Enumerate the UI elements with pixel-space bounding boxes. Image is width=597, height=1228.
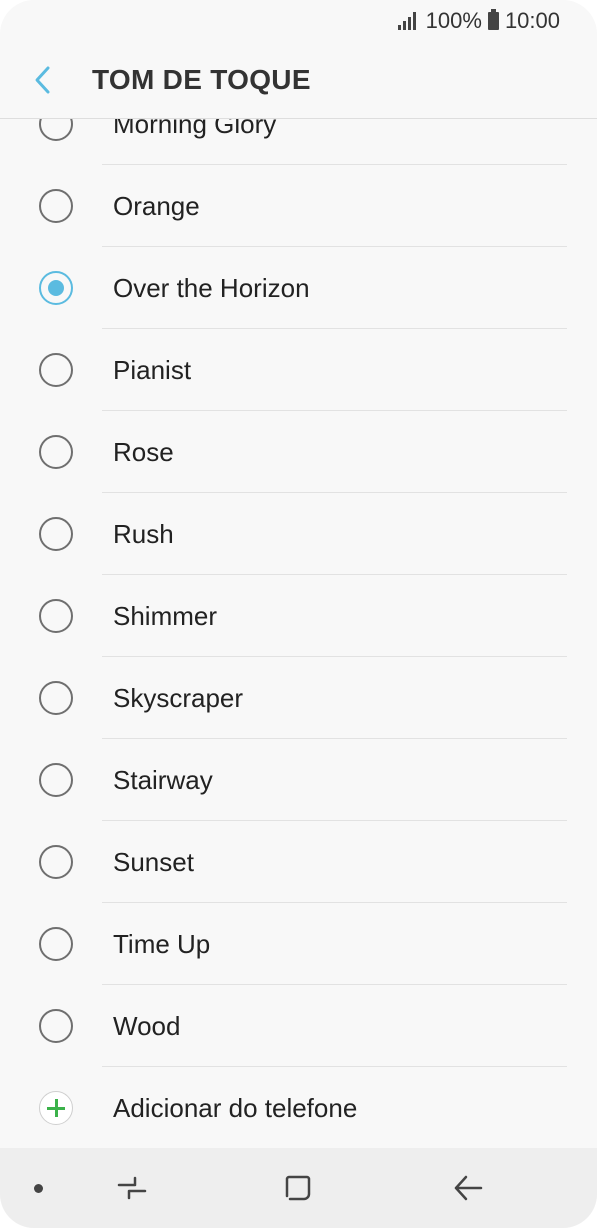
radio-button[interactable]: [39, 119, 73, 141]
ringtone-label: Shimmer: [113, 600, 218, 631]
ringtone-item[interactable]: Rose: [0, 411, 597, 493]
ringtone-label: Over the Horizon: [113, 272, 310, 303]
ringtone-item[interactable]: Stairway: [0, 739, 597, 821]
radio-button[interactable]: [39, 189, 73, 223]
back-button[interactable]: [0, 42, 80, 118]
app-bar: TOM DE TOQUE: [0, 42, 597, 119]
page-title: TOM DE TOQUE: [92, 64, 311, 95]
radio-button[interactable]: [39, 517, 73, 551]
add-from-phone-item[interactable]: Adicionar do telefone: [0, 1067, 597, 1149]
ringtone-item[interactable]: Shimmer: [0, 575, 597, 657]
ringtone-item[interactable]: Time Up: [0, 903, 597, 985]
back-arrow-icon: [454, 1175, 483, 1201]
radio-button[interactable]: [39, 763, 73, 797]
clock: 10:00: [504, 8, 560, 33]
radio-button[interactable]: [39, 681, 73, 715]
navigation-bar: [0, 1148, 597, 1228]
ringtone-label: Sunset: [113, 846, 194, 877]
home-icon: [285, 1175, 311, 1201]
radio-button[interactable]: [39, 1009, 73, 1043]
ringtone-item[interactable]: Skyscraper: [0, 657, 597, 739]
radio-button-selected[interactable]: [39, 271, 73, 305]
ringtone-item[interactable]: Rush: [0, 493, 597, 575]
ringtone-label: Skyscraper: [113, 682, 244, 713]
home-button[interactable]: [266, 1148, 330, 1228]
recent-apps-icon: [117, 1176, 147, 1200]
ringtone-label: Time Up: [113, 928, 211, 959]
battery-percentage: 100%: [425, 8, 482, 33]
add-from-phone-label: Adicionar do telefone: [113, 1092, 358, 1123]
ringtone-item[interactable]: Pianist: [0, 329, 597, 411]
chevron-left-icon: [35, 66, 50, 94]
ringtone-item[interactable]: Orange: [0, 165, 597, 247]
radio-button[interactable]: [39, 435, 73, 469]
dot-icon: [33, 1183, 43, 1193]
recent-apps-button[interactable]: [100, 1148, 164, 1228]
ringtone-label: Orange: [113, 190, 200, 221]
nav-back-button[interactable]: [436, 1148, 500, 1228]
radio-button[interactable]: [39, 927, 73, 961]
ringtone-label: Rush: [113, 518, 174, 549]
ringtone-item[interactable]: Over the Horizon: [0, 247, 597, 329]
nav-dot-indicator[interactable]: [26, 1148, 50, 1228]
ringtone-label: Rose: [113, 436, 174, 467]
radio-button[interactable]: [39, 353, 73, 387]
ringtone-item[interactable]: Wood: [0, 985, 597, 1067]
ringtone-item[interactable]: Sunset: [0, 821, 597, 903]
ringtone-item[interactable]: Morning Glory: [0, 119, 597, 165]
battery-icon: [487, 9, 499, 30]
ringtone-label: Pianist: [113, 354, 192, 385]
signal-icon: [397, 12, 416, 30]
phone-screen: 100% 10:00 TOM DE TOQUE Morning Glory Or…: [0, 0, 597, 1228]
ringtone-label: Wood: [113, 1010, 181, 1041]
radio-button[interactable]: [39, 845, 73, 879]
ringtone-list[interactable]: Morning Glory Orange Over the Horizon Pi…: [0, 119, 597, 1149]
plus-icon: [39, 1091, 73, 1125]
status-bar: 100% 10:00: [0, 0, 597, 42]
ringtone-label: Stairway: [113, 764, 213, 795]
ringtone-label: Morning Glory: [113, 119, 277, 139]
radio-button[interactable]: [39, 599, 73, 633]
